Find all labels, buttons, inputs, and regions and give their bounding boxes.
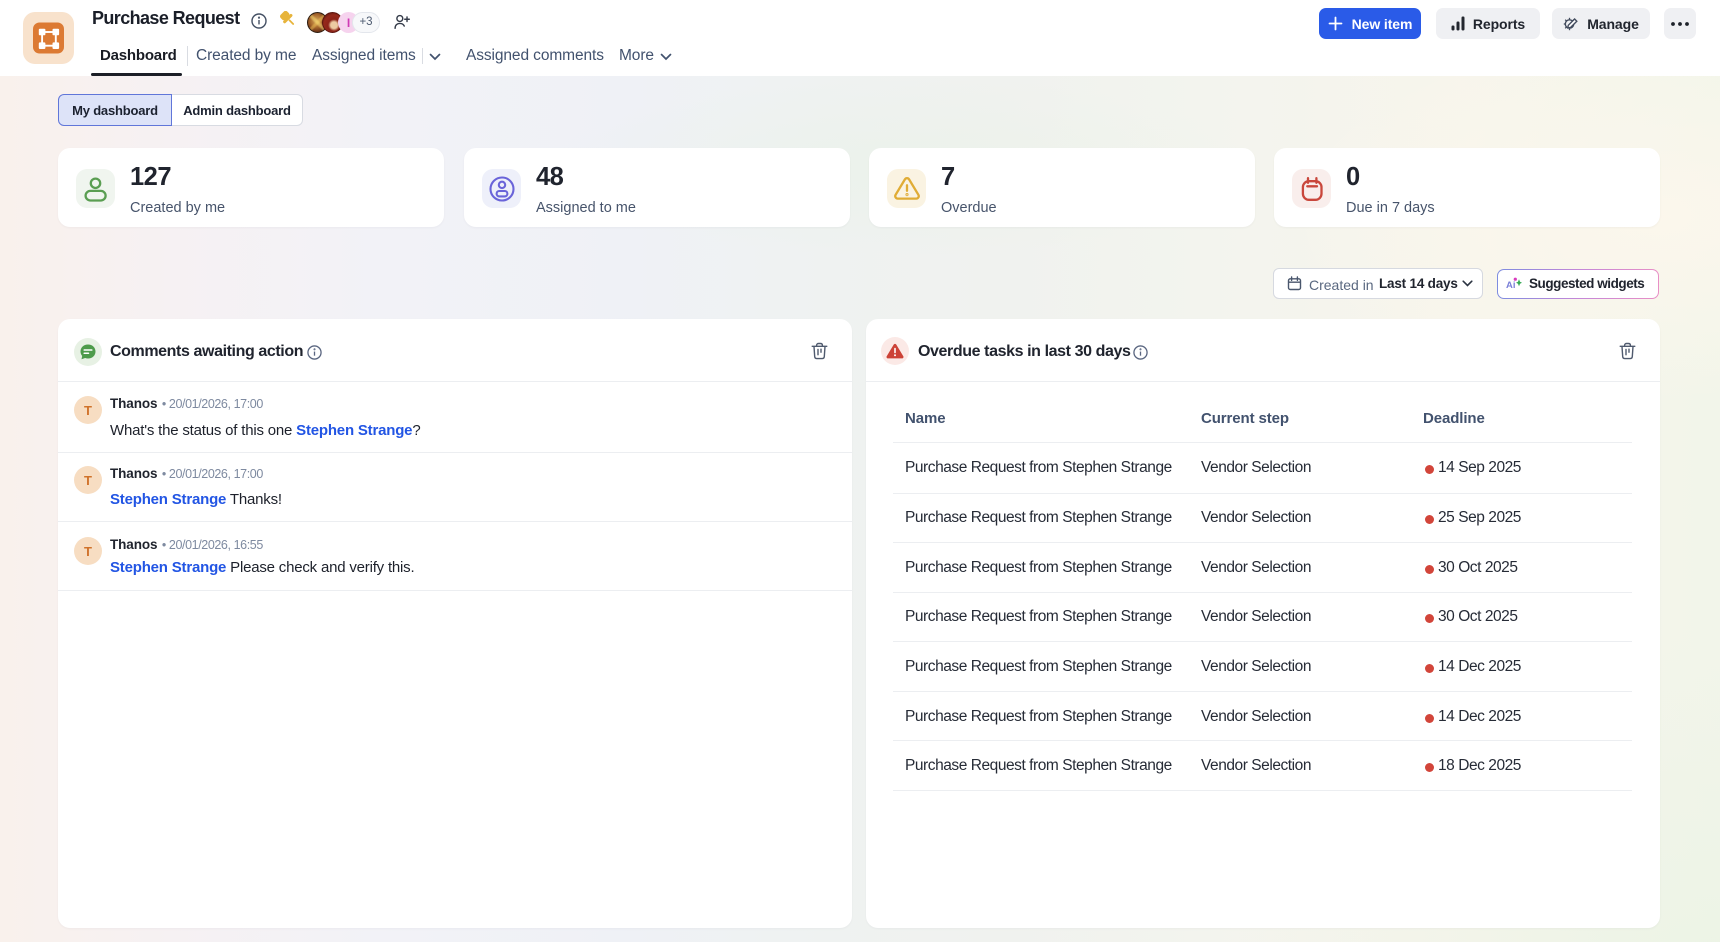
svg-text:Ai: Ai xyxy=(1506,280,1516,290)
